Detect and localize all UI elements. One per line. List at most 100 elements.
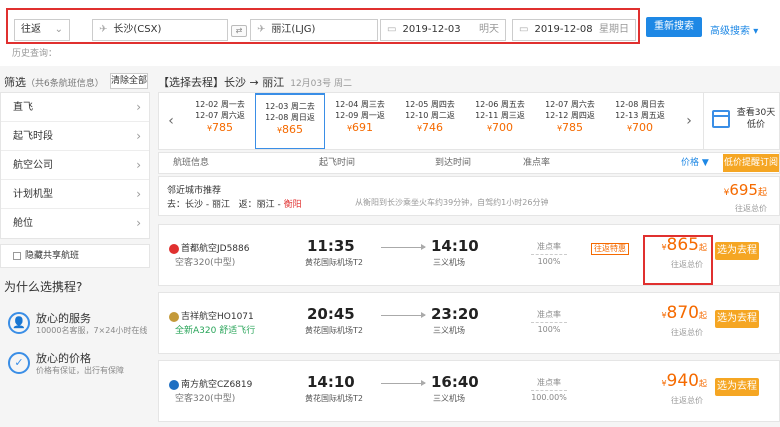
clear-all-button[interactable]: 清除全部 xyxy=(110,73,148,89)
ontime-label: 准点率 xyxy=(537,310,561,319)
date-tab[interactable]: 12-04 周三去 12-09 周一返 ¥691 xyxy=(325,93,395,149)
date-tab[interactable]: 12-02 周一去 12-07 周六返 ¥785 xyxy=(185,93,255,149)
from-city-input[interactable]: ✈ 长沙(CSX) xyxy=(92,19,228,41)
date-back: 12-08 周日返 xyxy=(265,113,315,122)
search-button[interactable]: 重新搜索 xyxy=(646,17,702,37)
date-price-value: 785 xyxy=(562,121,584,134)
plane-type[interactable]: 空客320(中型) xyxy=(175,255,235,268)
date-tab-selected[interactable]: 12-03 周二去 12-08 周日返 ¥865 xyxy=(255,93,325,149)
filter-header: 筛选（共6条航班信息） 清除全部 xyxy=(0,70,150,92)
calendar-icon: ▭ xyxy=(519,24,529,35)
depart-date-value: 2019-12-03 xyxy=(402,24,461,35)
nearby-title: 邻近城市推荐 xyxy=(167,186,222,196)
ontime-rate: 准点率 100% xyxy=(531,241,567,266)
divider xyxy=(531,322,567,323)
price-suffix: 起 xyxy=(699,379,707,388)
airline-logo-icon xyxy=(169,311,179,322)
date-price-value: 785 xyxy=(212,121,234,134)
flight-price-value: 940 xyxy=(666,371,699,391)
flight-row[interactable]: 吉祥航空HO1071 全新A320 舒适飞行 20:45 黄花国际机场T2 23… xyxy=(158,292,780,354)
depart-date-input[interactable]: ▭ 2019-12-03 明天 xyxy=(380,19,506,41)
route-header: 【选择去程】长沙 → 丽江 12月03号 周二 xyxy=(158,74,352,90)
depart-airport: 黄花国际机场T2 xyxy=(305,258,363,267)
date-go: 12-03 周二去 xyxy=(265,102,315,111)
trip-type-value: 往返 xyxy=(21,24,41,35)
price-label: 往返总价 xyxy=(671,328,703,337)
why-item-title: 放心的服务 xyxy=(36,312,91,325)
hide-shared-flights-checkbox[interactable]: 隐藏共享航班 xyxy=(0,244,150,268)
chevron-left-icon[interactable]: ‹ xyxy=(159,93,183,149)
date-price-value: 746 xyxy=(422,121,444,134)
flight-price: ¥870起 xyxy=(659,303,707,323)
filter-count: （共6条航班信息） xyxy=(26,79,104,89)
depart-airport: 黄花国际机场T2 xyxy=(305,394,363,403)
advanced-search-label: 高级搜索 xyxy=(710,26,750,37)
filter-item-aircraft[interactable]: 计划机型 › xyxy=(1,180,149,209)
filter-item-departure-time[interactable]: 起飞时段 › xyxy=(1,122,149,151)
select-outbound-button[interactable]: 选为去程 xyxy=(715,242,759,260)
date-tab[interactable]: 12-06 周五去 12-11 周三返 ¥700 xyxy=(465,93,535,149)
divider xyxy=(531,254,567,255)
filter-item-airline[interactable]: 航空公司 › xyxy=(1,151,149,180)
nearby-city-recommendation[interactable]: 邻近城市推荐 去：长沙 - 丽江 返：丽江 - 衡阳 从衡阳到长沙乘坐火车约39… xyxy=(158,176,780,216)
filter-item-label: 航空公司 xyxy=(13,160,53,171)
low-price-remind-button[interactable]: 低价提醒订阅 xyxy=(723,154,779,172)
ontime-rate: 准点率 100.00% xyxy=(531,377,567,402)
flight-row[interactable]: 南方航空CZ6819 空客320(中型) 14:10 黄花国际机场T2 16:4… xyxy=(158,360,780,422)
plane-type[interactable]: 全新A320 舒适飞行 xyxy=(175,323,255,336)
filter-item-label: 舱位 xyxy=(13,218,33,229)
nearby-note: 从衡阳到长沙乘坐火车约39分钟，自驾约1小时26分钟 xyxy=(355,198,549,207)
date-tab[interactable]: 12-05 周四去 12-10 周二返 ¥746 xyxy=(395,93,465,149)
col-depart-time[interactable]: 起飞时间 xyxy=(319,153,355,173)
date-tab[interactable]: 12-07 周六去 12-12 周四返 ¥785 xyxy=(535,93,605,149)
filter-item-cabin[interactable]: 舱位 › xyxy=(1,209,149,238)
date-go: 12-07 周六去 xyxy=(545,100,595,109)
ontime-label: 准点率 xyxy=(537,378,561,387)
view-30-day-calendar[interactable]: 查看30天低价 xyxy=(703,93,779,149)
date-go: 12-02 周一去 xyxy=(195,100,245,109)
plane-type[interactable]: 空客320(中型) xyxy=(175,391,235,404)
advanced-search-link[interactable]: 高级搜索 ▾ xyxy=(710,22,758,37)
filter-item-direct[interactable]: 直飞 › xyxy=(1,93,149,122)
nearby-price-value: 695 xyxy=(729,181,758,199)
col-price-sort[interactable]: 价格 ▼ xyxy=(681,153,709,173)
depart-time: 14:10 xyxy=(307,373,355,391)
return-date-input[interactable]: ▭ 2019-12-08 星期日 xyxy=(512,19,636,41)
arrive-airport: 三义机场 xyxy=(433,258,465,267)
hide-shared-flights-label: 隐藏共享航班 xyxy=(25,251,80,261)
depart-time: 20:45 xyxy=(307,305,355,323)
airline-text: 吉祥航空HO1071 xyxy=(181,312,254,322)
chevron-down-icon: ⌄ xyxy=(54,24,63,35)
swap-cities-button[interactable]: ⇄ xyxy=(231,25,247,37)
why-item-desc: 价格有保证，出行有保障 xyxy=(36,366,124,375)
date-go: 12-06 周五去 xyxy=(475,100,525,109)
flight-row[interactable]: 首都航空JD5886 空客320(中型) 11:35 黄花国际机场T2 14:1… xyxy=(158,224,780,286)
date-go: 12-04 周三去 xyxy=(335,100,385,109)
arrive-time: 16:40 xyxy=(431,373,479,391)
col-ontime-rate[interactable]: 准点率 xyxy=(523,153,550,173)
filter-item-label: 计划机型 xyxy=(13,189,53,200)
date-back: 12-10 周二返 xyxy=(405,111,455,120)
ontime-value: 100.00% xyxy=(531,393,567,402)
calendar-label: 查看30天低价 xyxy=(736,108,776,130)
history-label: 历史查询： xyxy=(12,49,58,59)
route-date: 12月03号 周二 xyxy=(290,79,352,89)
filter-title-text: 筛选 xyxy=(4,76,26,89)
date-price: ¥785 xyxy=(185,121,255,136)
select-outbound-button[interactable]: 选为去程 xyxy=(715,378,759,396)
to-city-value: 丽江(LJG) xyxy=(271,24,316,35)
to-city-input[interactable]: ✈ 丽江(LJG) xyxy=(250,19,378,41)
flight-price-value: 870 xyxy=(666,303,699,323)
filter-item-label: 起飞时段 xyxy=(13,131,53,142)
airline-text: 首都航空JD5886 xyxy=(181,244,250,254)
airline-logo-icon xyxy=(169,379,179,390)
trip-type-select[interactable]: 往返 ⌄ xyxy=(14,19,70,41)
calendar-icon xyxy=(712,110,730,128)
col-arrive-time[interactable]: 到达时间 xyxy=(435,153,471,173)
chevron-right-icon[interactable]: › xyxy=(677,93,701,149)
select-outbound-button[interactable]: 选为去程 xyxy=(715,310,759,328)
ontime-value: 100% xyxy=(537,325,561,334)
date-tab[interactable]: 12-08 周日去 12-13 周五返 ¥700 xyxy=(605,93,675,149)
price-label: 往返总价 xyxy=(671,396,703,405)
plane-takeoff-icon: ✈ xyxy=(99,24,108,35)
